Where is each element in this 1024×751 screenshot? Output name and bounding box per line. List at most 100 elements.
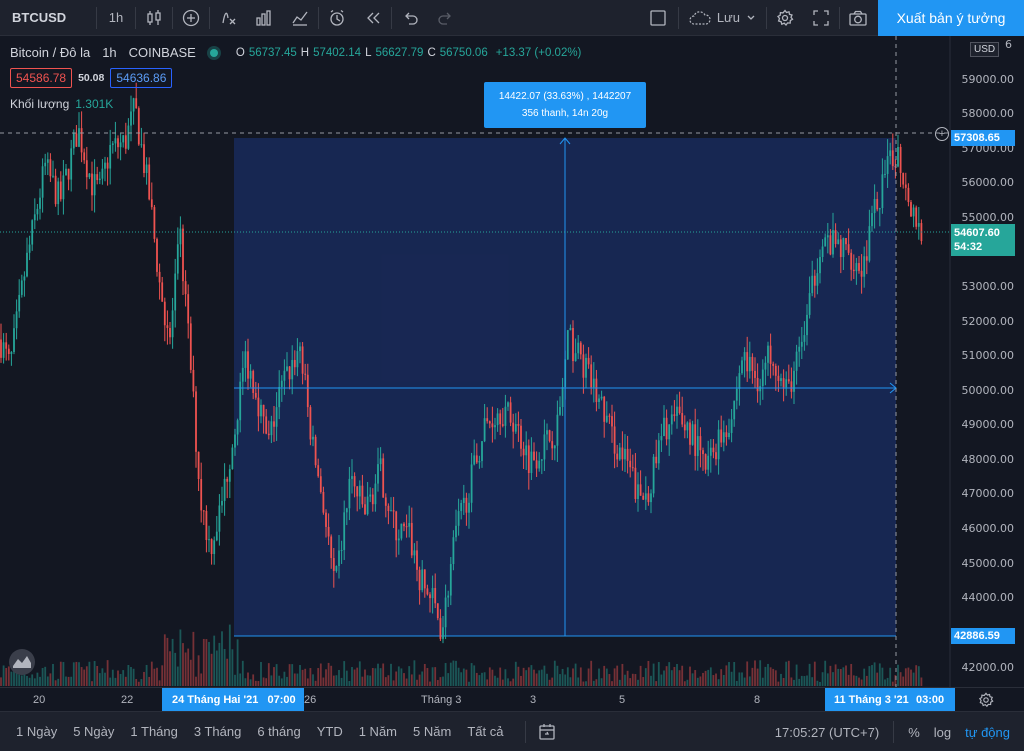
volume-bar — [902, 676, 905, 686]
timezone-clock[interactable]: 17:05:27 (UTC+7) — [775, 725, 879, 740]
fullscreen-icon[interactable] — [803, 0, 839, 36]
volume-bar — [839, 669, 842, 686]
interval-button[interactable]: 1h — [97, 0, 135, 36]
volume-bar — [184, 652, 187, 686]
add-plus-icon[interactable]: + — [935, 127, 949, 141]
candle-body — [582, 354, 585, 378]
save-label: Lưu — [716, 10, 740, 25]
go-to-date-icon[interactable] — [538, 723, 556, 741]
axis-settings-gear-icon[interactable] — [978, 692, 994, 708]
volume-bar — [741, 672, 743, 686]
candle-body — [244, 351, 247, 368]
volume-bar — [618, 679, 621, 686]
candle-body — [345, 508, 348, 513]
range-1d-button[interactable]: 1 Ngày — [0, 724, 65, 739]
candle-body — [819, 256, 821, 274]
candle-body — [460, 502, 463, 512]
price-chart[interactable] — [0, 36, 1024, 687]
alert-clock-icon[interactable] — [319, 0, 355, 36]
publish-idea-button[interactable]: Xuất bản ý tưởng — [878, 0, 1024, 36]
chart-pane[interactable] — [0, 36, 1024, 687]
volume-bar — [200, 673, 203, 686]
bid-price-button[interactable]: 54586.78 — [10, 68, 73, 88]
auto-scale-button[interactable]: tự động — [965, 725, 1010, 740]
volume-bar — [5, 668, 8, 686]
range-1m-button[interactable]: 1 Tháng — [122, 724, 185, 739]
candle-body — [845, 238, 847, 245]
replay-icon[interactable] — [355, 0, 391, 36]
volume-bar — [421, 671, 424, 686]
volume-bar — [374, 668, 377, 686]
log-scale-button[interactable]: log — [934, 725, 951, 740]
series-interval: 1h — [102, 45, 117, 60]
volume-bar — [158, 680, 161, 686]
range-all-button[interactable]: Tất cả — [459, 724, 511, 739]
volume-bar — [234, 674, 236, 686]
volume-bar — [587, 668, 590, 686]
time-axis[interactable]: 20 22 24 Tháng Hai '21 07:00 26 Tháng 3 … — [0, 687, 1024, 712]
volume-bar — [746, 661, 749, 686]
candle-body — [509, 402, 512, 423]
candle-body — [850, 252, 853, 270]
volume-bar — [395, 671, 398, 686]
range-1y-button[interactable]: 1 Năm — [351, 724, 405, 739]
symbol-search-button[interactable]: BTCUSD — [0, 10, 96, 25]
volume-bar — [31, 674, 34, 686]
candle-body — [371, 494, 374, 505]
indicators-icon[interactable] — [210, 0, 246, 36]
candle-body — [436, 603, 439, 619]
range-6m-button[interactable]: 6 tháng — [249, 724, 308, 739]
volume-bar — [408, 666, 411, 686]
volume-bar — [444, 663, 447, 686]
candle-body — [332, 558, 335, 571]
range-3m-button[interactable]: 3 Tháng — [186, 724, 249, 739]
settings-gear-icon[interactable] — [767, 0, 803, 36]
candle-body — [124, 135, 127, 149]
save-button[interactable]: Lưu — [679, 10, 766, 26]
percent-scale-button[interactable]: % — [908, 725, 920, 740]
volume-bar — [514, 661, 517, 686]
candle-body — [678, 406, 681, 414]
volume-bar — [145, 664, 148, 686]
volume-bar — [663, 670, 665, 686]
series-title[interactable]: Bitcoin / Đô la — [10, 45, 90, 60]
candle-body — [325, 512, 327, 527]
range-ytd-button[interactable]: YTD — [309, 724, 351, 739]
volume-label[interactable]: Khối lượng — [10, 97, 69, 111]
volume-bar — [223, 649, 226, 686]
compare-add-icon[interactable] — [173, 0, 209, 36]
candle-body — [296, 351, 299, 368]
layout-square-icon[interactable] — [640, 0, 676, 36]
undo-icon[interactable] — [392, 0, 428, 36]
volume-bar — [348, 680, 351, 686]
volume-bar — [265, 678, 268, 686]
templates-icon[interactable] — [282, 0, 318, 36]
camera-snapshot-icon[interactable] — [840, 0, 876, 36]
chevron-down-icon[interactable] — [746, 13, 756, 23]
financials-icon[interactable] — [246, 0, 282, 36]
candle-body — [733, 400, 736, 420]
candle-style-icon[interactable] — [136, 0, 172, 36]
candle-body — [715, 452, 717, 460]
candle-body — [865, 256, 868, 261]
volume-bar — [166, 637, 169, 686]
candle-body — [361, 485, 364, 505]
volume-bar — [202, 638, 205, 686]
candle-body — [28, 244, 31, 253]
volume-bar — [834, 664, 837, 686]
range-5d-button[interactable]: 5 Ngày — [65, 724, 122, 739]
ask-price-button[interactable]: 54636.86 — [110, 68, 173, 88]
range-5y-button[interactable]: 5 Năm — [405, 724, 459, 739]
candle-body — [915, 207, 918, 227]
volume-bar — [449, 662, 452, 686]
candle-body — [221, 500, 223, 506]
candle-body — [681, 413, 684, 425]
candle-body — [57, 181, 60, 205]
volume-bar — [824, 660, 827, 686]
candle-body — [876, 198, 879, 210]
candle-body — [751, 356, 754, 371]
volume-bar — [858, 677, 860, 686]
currency-badge[interactable]: USD — [970, 42, 1000, 57]
redo-icon[interactable] — [428, 0, 464, 36]
candle-body — [96, 174, 99, 181]
